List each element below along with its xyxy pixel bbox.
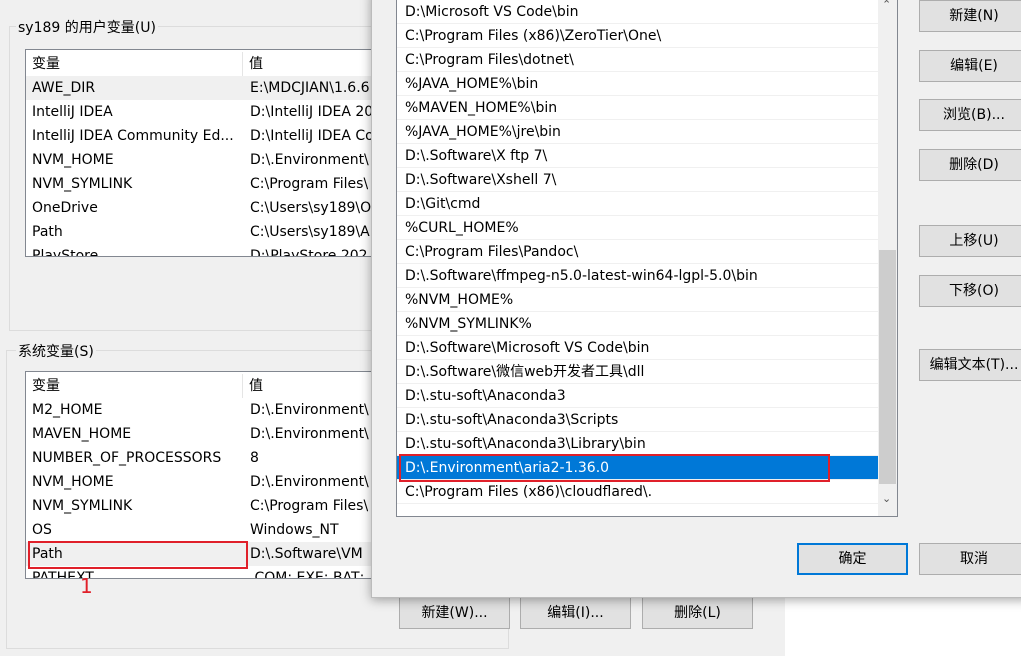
variable-name: MAVEN_HOME: [32, 426, 132, 442]
variable-name: OS: [32, 522, 52, 538]
move-up-button[interactable]: 上移(U): [919, 225, 1021, 257]
variable-value: D:\.Software\VM: [250, 546, 363, 562]
variable-name: NVM_SYMLINK: [32, 176, 133, 192]
annotation-number: 1: [80, 574, 93, 598]
table-row[interactable]: OS Windows_NT: [26, 518, 384, 542]
variable-value: C:\Program Files\: [250, 498, 369, 514]
variable-value: D:\.Environment\: [250, 152, 369, 168]
path-entry[interactable]: C:\Program Files\Pandoc\: [397, 240, 878, 264]
variable-value: 8: [250, 450, 259, 466]
path-entry[interactable]: D:\.Software\微信web开发者工具\dll: [397, 360, 878, 384]
system-edit-button[interactable]: 编辑(I)...: [520, 597, 631, 629]
variable-value: C:\Users\sy189\O: [250, 200, 372, 216]
variable-value: D:\PlayStore 202: [250, 248, 368, 257]
variable-value: D:\IntelliJ IDEA 20: [250, 104, 374, 120]
variable-value: C:\Users\sy189\A: [250, 224, 370, 240]
table-row[interactable]: IntelliJ IDEA D:\IntelliJ IDEA 20: [26, 100, 384, 124]
path-list[interactable]: C:\Program Files (x86)\cloudflared\. D:\.…: [396, 0, 898, 517]
table-row[interactable]: IntelliJ IDEA Community Ed... D:\IntelliJ…: [26, 124, 384, 148]
path-entry[interactable]: D:\Microsoft VS Code\bin: [397, 0, 878, 24]
variable-value: D:\.Environment\: [250, 474, 369, 490]
path-entry[interactable]: %NVM_HOME%: [397, 288, 878, 312]
variable-name: NVM_SYMLINK: [32, 498, 133, 514]
variable-name: AWE_DIR: [32, 80, 96, 96]
column-header-name[interactable]: 变量: [32, 52, 242, 76]
edit-button[interactable]: 编辑(E): [919, 50, 1021, 82]
table-row[interactable]: AWE_DIR E:\MDCJIAN\1.6.6: [26, 76, 384, 100]
chevron-up-icon[interactable]: ⌃: [882, 0, 891, 11]
table-row[interactable]: NVM_HOME D:\.Environment\: [26, 148, 384, 172]
path-entry[interactable]: D:\.Software\Microsoft VS Code\bin: [397, 336, 878, 360]
variable-value: D:\IntelliJ IDEA Co: [250, 128, 374, 144]
chevron-down-icon[interactable]: ⌄: [882, 492, 891, 505]
table-row[interactable]: NVM_HOME D:\.Environment\: [26, 470, 384, 494]
table-row[interactable]: NUMBER_OF_PROCESSORS 8: [26, 446, 384, 470]
variable-name: Path: [32, 224, 63, 240]
variable-name: NVM_HOME: [32, 474, 114, 490]
variable-name: IntelliJ IDEA Community Ed...: [32, 128, 234, 144]
path-entry[interactable]: D:\.stu-soft\Anaconda3\Scripts: [397, 408, 878, 432]
list-header: 变量值: [26, 52, 384, 76]
path-entry[interactable]: D:\.stu-soft\Anaconda3\Library\bin: [397, 432, 878, 456]
table-row[interactable]: Path C:\Users\sy189\A: [26, 220, 384, 244]
path-entry[interactable]: D:\.stu-soft\Anaconda3: [397, 384, 878, 408]
variable-name: PlayStore: [32, 248, 99, 257]
table-row[interactable]: NVM_SYMLINK C:\Program Files\: [26, 494, 384, 518]
path-entry[interactable]: %MAVEN_HOME%\bin: [397, 96, 878, 120]
scrollbar-thumb[interactable]: [879, 250, 896, 484]
path-entry[interactable]: C:\Program Files (x86)\cloudflared\.: [397, 480, 878, 504]
path-entry[interactable]: %JAVA_HOME%\jre\bin: [397, 120, 878, 144]
path-highlight-box: [28, 541, 248, 569]
edit-text-button[interactable]: 编辑文本(T)...: [919, 349, 1021, 381]
variable-value: .COM;.EXE;.BAT;: [250, 570, 365, 579]
variable-name: M2_HOME: [32, 402, 103, 418]
path-entry[interactable]: %NVM_SYMLINK%: [397, 312, 878, 336]
variable-name: OneDrive: [32, 200, 98, 216]
path-entry[interactable]: D:\.Software\Xshell 7\: [397, 168, 878, 192]
browse-button[interactable]: 浏览(B)...: [919, 99, 1021, 131]
path-entry[interactable]: D:\.Software\ffmpeg-n5.0-latest-win64-lg…: [397, 264, 878, 288]
cancel-button[interactable]: 取消: [919, 543, 1021, 575]
selected-entry-highlight-box: [399, 454, 830, 482]
variable-name: NVM_HOME: [32, 152, 114, 168]
table-row[interactable]: M2_HOME D:\.Environment\: [26, 398, 384, 422]
user-vars-label: sy189 的用户变量(U): [16, 17, 158, 37]
variable-value: D:\.Environment\: [250, 402, 369, 418]
system-vars-label: 系统变量(S): [16, 341, 96, 361]
list-header: 变量值: [26, 374, 384, 398]
variable-value: E:\MDCJIAN\1.6.6: [250, 80, 370, 96]
path-entry[interactable]: %CURL_HOME%: [397, 216, 878, 240]
column-header-value[interactable]: 值: [242, 374, 263, 398]
variable-name: NUMBER_OF_PROCESSORS: [32, 450, 222, 466]
variable-name: IntelliJ IDEA: [32, 104, 113, 120]
ok-button[interactable]: 确定: [797, 543, 908, 575]
table-row[interactable]: OneDrive C:\Users\sy189\O: [26, 196, 384, 220]
variable-value: C:\Program Files\: [250, 176, 369, 192]
new-button[interactable]: 新建(N): [919, 0, 1021, 32]
table-row[interactable]: MAVEN_HOME D:\.Environment\: [26, 422, 384, 446]
system-new-button[interactable]: 新建(W)...: [399, 597, 510, 629]
delete-button[interactable]: 删除(D): [919, 149, 1021, 181]
column-header-value[interactable]: 值: [242, 52, 263, 76]
user-vars-list[interactable]: 变量值 AWE_DIR E:\MDCJIAN\1.6.6 IntelliJ IDEA D…: [25, 49, 385, 257]
system-delete-button[interactable]: 删除(L): [642, 597, 753, 629]
edit-path-dialog: C:\Program Files (x86)\cloudflared\. D:\.…: [371, 0, 1021, 598]
variable-value: D:\.Environment\: [250, 426, 369, 442]
scrollbar[interactable]: ⌃ ⌄: [878, 0, 897, 516]
column-header-name[interactable]: 变量: [32, 374, 242, 398]
move-down-button[interactable]: 下移(O): [919, 275, 1021, 307]
white-backdrop: [785, 598, 1021, 656]
path-entry[interactable]: C:\Program Files (x86)\ZeroTier\One\: [397, 24, 878, 48]
path-entry[interactable]: C:\Program Files\dotnet\: [397, 48, 878, 72]
path-entry[interactable]: D:\Git\cmd: [397, 192, 878, 216]
variable-value: Windows_NT: [250, 522, 339, 538]
path-entry[interactable]: D:\.Software\X ftp 7\: [397, 144, 878, 168]
table-row[interactable]: NVM_SYMLINK C:\Program Files\: [26, 172, 384, 196]
table-row[interactable]: PlayStore D:\PlayStore 202: [26, 244, 384, 257]
path-entry[interactable]: %JAVA_HOME%\bin: [397, 72, 878, 96]
